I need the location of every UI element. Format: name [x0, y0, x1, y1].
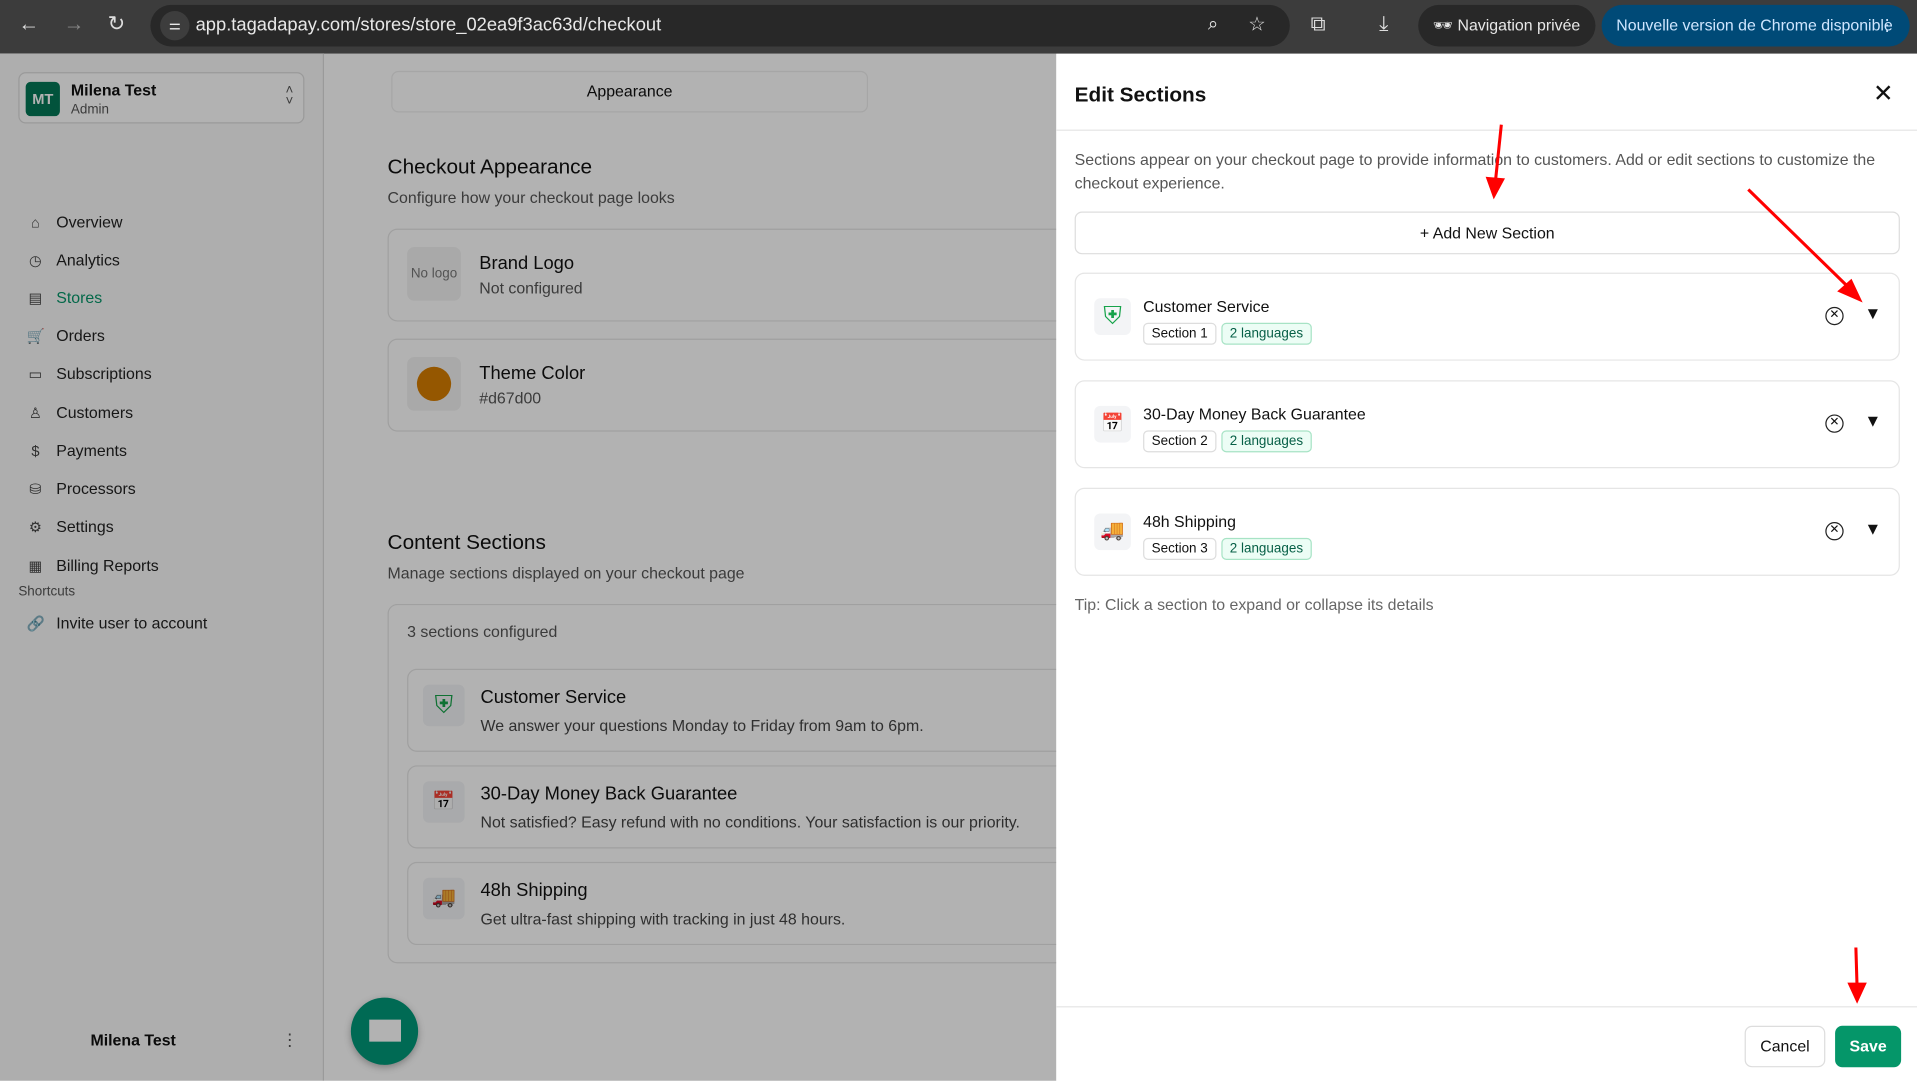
annotation-arrows: [1485, 124, 1867, 1004]
arrow-add-section: [1493, 124, 1503, 184]
arrow-save: [1854, 947, 1859, 988]
arrow-head: [1485, 176, 1506, 200]
arrow-head: [1847, 982, 1867, 1004]
arrow-expand: [1747, 188, 1851, 290]
